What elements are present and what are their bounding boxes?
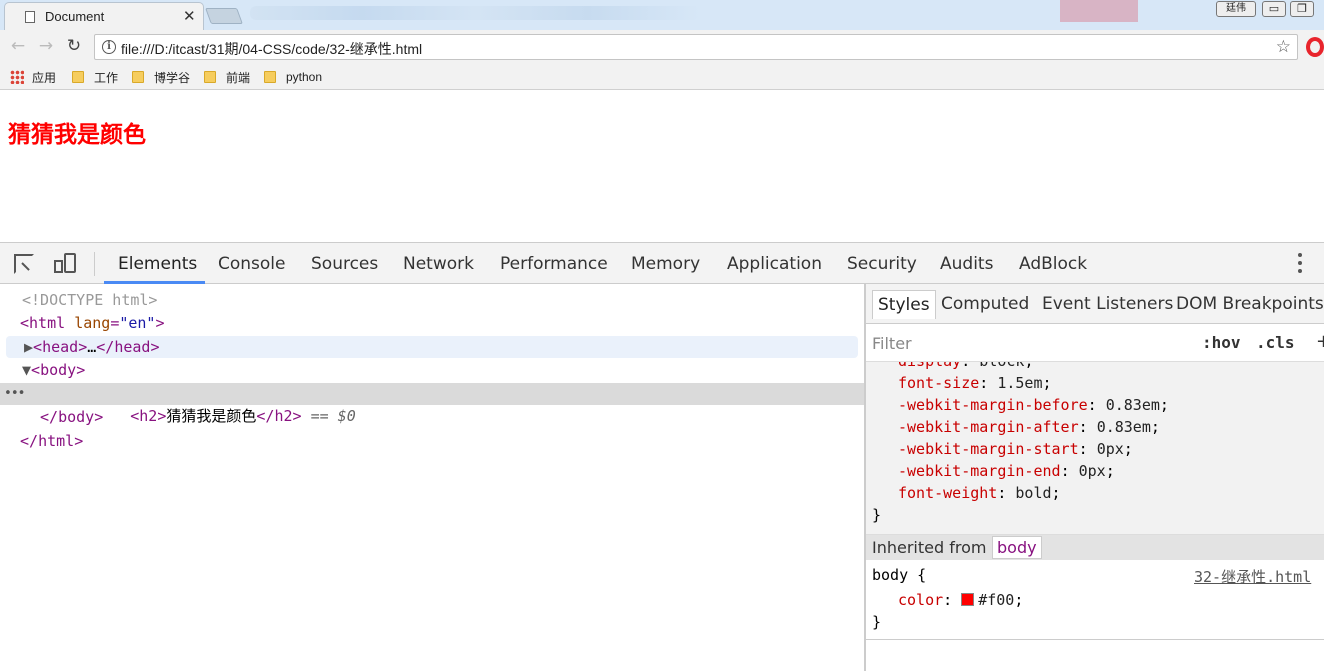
- body-rule: body { 32-继承性.html color: #f00; }: [866, 560, 1324, 640]
- tab-adblock[interactable]: AdBlock: [1019, 254, 1087, 274]
- devtools-panel: Elements Console Sources Network Perform…: [0, 242, 1324, 671]
- cls-toggle[interactable]: .cls: [1256, 333, 1295, 352]
- css-declaration[interactable]: -webkit-margin-after: 0.83em;: [898, 416, 1160, 438]
- folder-icon: [204, 71, 216, 83]
- hov-toggle[interactable]: :hov: [1202, 333, 1241, 352]
- back-arrow-icon[interactable]: ←: [8, 36, 28, 56]
- apps-grid-icon: [10, 70, 24, 84]
- info-icon[interactable]: i: [102, 40, 116, 54]
- inherited-label: Inherited from: [872, 538, 987, 557]
- new-rule-icon[interactable]: +: [1316, 331, 1324, 352]
- css-declaration[interactable]: font-size: 1.5em;: [898, 372, 1052, 394]
- blurred-tab-area: [250, 6, 700, 20]
- rule-selector[interactable]: body {: [872, 564, 926, 586]
- rule-close-brace: }: [872, 506, 882, 524]
- document-icon: [25, 11, 35, 23]
- tab-memory[interactable]: Memory: [631, 254, 700, 274]
- tab-title: Document: [45, 9, 105, 24]
- css-declaration[interactable]: display: block;: [898, 362, 1033, 372]
- tab-elements[interactable]: Elements: [118, 254, 197, 274]
- profile-area: [1060, 0, 1138, 22]
- bookmark-apps[interactable]: 应用: [10, 68, 56, 86]
- device-toolbar-icon[interactable]: [54, 253, 76, 275]
- dom-head-collapsed[interactable]: ▶<head>…</head>: [6, 336, 858, 358]
- inherited-header: Inherited from body: [866, 534, 1324, 560]
- css-declaration[interactable]: -webkit-margin-end: 0px;: [898, 460, 1115, 482]
- opera-extension-icon[interactable]: [1306, 37, 1324, 57]
- user-badge[interactable]: 廷伟: [1216, 1, 1256, 17]
- new-tab-button[interactable]: [205, 8, 243, 24]
- collapse-triangle-icon: ▼: [22, 361, 32, 379]
- minimize-button[interactable]: ▭: [1262, 1, 1286, 17]
- close-tab-icon[interactable]: ✕: [183, 7, 196, 25]
- page-heading: 猜猜我是颜色: [8, 122, 146, 148]
- tab-audits[interactable]: Audits: [940, 254, 993, 274]
- forward-arrow-icon[interactable]: →: [36, 36, 56, 56]
- bookmarks-bar: 应用 工作 博学谷 前端 python: [0, 64, 1324, 90]
- toolbar-divider: [94, 252, 95, 276]
- bookmark-frontend[interactable]: 前端: [204, 68, 250, 86]
- tab-network[interactable]: Network: [403, 254, 474, 274]
- css-declaration[interactable]: font-weight: bold;: [898, 482, 1061, 504]
- more-options-icon[interactable]: [1290, 253, 1310, 275]
- tab-computed[interactable]: Computed: [941, 294, 1029, 314]
- styles-pane: Styles Computed Event Listeners DOM Brea…: [866, 284, 1324, 671]
- dom-html-open[interactable]: <html lang="en">: [0, 312, 864, 334]
- tab-sources[interactable]: Sources: [311, 254, 378, 274]
- tab-event-listeners[interactable]: Event Listeners: [1042, 294, 1173, 314]
- folder-icon: [264, 71, 276, 83]
- folder-icon: [72, 71, 84, 83]
- css-declaration[interactable]: -webkit-margin-start: 0px;: [898, 438, 1133, 460]
- styles-filter-row: Filter :hov .cls +: [866, 324, 1324, 362]
- bookmark-boxuegu[interactable]: 博学谷: [132, 68, 190, 86]
- bookmark-work[interactable]: 工作: [72, 68, 118, 86]
- folder-icon: [132, 71, 144, 83]
- maximize-button[interactable]: ❐: [1290, 1, 1314, 17]
- dom-html-close[interactable]: </html>: [0, 430, 864, 452]
- reload-icon[interactable]: ↻: [64, 36, 84, 56]
- elements-tree: <!DOCTYPE html> <html lang="en"> ▶<head>…: [0, 284, 864, 671]
- address-bar[interactable]: i file:///D:/itcast/31期/04-CSS/code/32-继…: [94, 34, 1298, 60]
- css-declaration-color[interactable]: color: #f00;: [898, 589, 1023, 611]
- url-text[interactable]: file:///D:/itcast/31期/04-CSS/code/32-继承性…: [121, 39, 422, 59]
- dom-h2-selected[interactable]: ••• <h2>猜猜我是颜色</h2> == $0: [0, 383, 864, 425]
- browser-toolbar: ← → ↻ i file:///D:/itcast/31期/04-CSS/cod…: [0, 30, 1324, 64]
- filter-input[interactable]: Filter: [872, 334, 912, 353]
- bookmark-python[interactable]: python: [264, 68, 322, 86]
- tab-console[interactable]: Console: [218, 254, 286, 274]
- source-link[interactable]: 32-继承性.html: [1194, 566, 1311, 587]
- user-agent-rule: display: block; font-size: 1.5em; -webki…: [866, 362, 1324, 534]
- dom-body-open[interactable]: ▼<body>: [0, 359, 864, 381]
- dom-body-close[interactable]: </body>: [0, 406, 864, 428]
- expand-triangle-icon: ▶: [24, 338, 34, 356]
- tab-dom-breakpoints[interactable]: DOM Breakpoints: [1176, 294, 1324, 314]
- bookmark-star-icon[interactable]: ☆: [1276, 37, 1291, 57]
- devtools-tab-bar: Elements Console Sources Network Perform…: [0, 243, 1324, 284]
- css-declaration[interactable]: -webkit-margin-before: 0.83em;: [898, 394, 1169, 416]
- tab-strip: Document ✕ 廷伟 ▭ ❐: [0, 0, 1324, 30]
- tab-styles[interactable]: Styles: [872, 290, 936, 319]
- tab-application[interactable]: Application: [727, 254, 822, 274]
- tab-security[interactable]: Security: [847, 254, 917, 274]
- page-viewport: 猜猜我是颜色: [0, 91, 1324, 242]
- rule-close-brace: }: [872, 613, 882, 631]
- browser-tab[interactable]: Document ✕: [4, 2, 204, 30]
- tab-performance[interactable]: Performance: [500, 254, 608, 274]
- dom-doctype[interactable]: <!DOCTYPE html>: [0, 289, 864, 311]
- inspect-element-icon[interactable]: [14, 254, 34, 274]
- styles-tab-bar: Styles Computed Event Listeners DOM Brea…: [866, 284, 1324, 324]
- ellipsis-icon: •••: [4, 386, 26, 401]
- inherited-from-link[interactable]: body: [992, 536, 1042, 559]
- color-swatch-icon[interactable]: [961, 593, 975, 606]
- browser-window: Document ✕ 廷伟 ▭ ❐ ← → ↻ i file:///D:/itc…: [0, 0, 1324, 671]
